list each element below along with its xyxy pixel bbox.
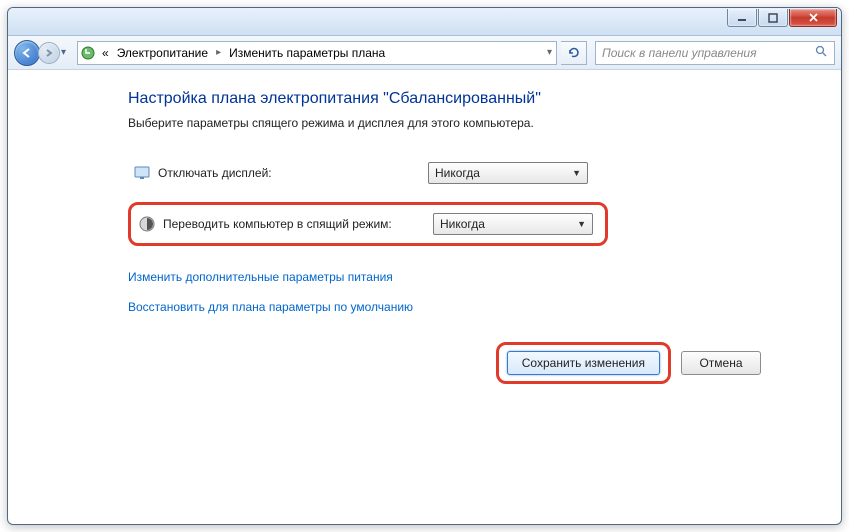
forward-arrow-icon (44, 48, 54, 58)
search-icon (815, 45, 828, 61)
refresh-button[interactable] (561, 41, 587, 65)
chevron-down-icon: ▼ (577, 219, 586, 229)
refresh-icon (567, 46, 580, 59)
links-section: Изменить дополнительные параметры питани… (128, 270, 821, 314)
search-box[interactable]: Поиск в панели управления (595, 41, 835, 65)
back-arrow-icon (21, 47, 33, 59)
display-label: Отключать дисплей: (158, 166, 428, 180)
breadcrumb-item-power[interactable]: Электропитание (115, 46, 210, 60)
cancel-button[interactable]: Отмена (681, 351, 761, 375)
chevron-down-icon: ▼ (572, 168, 581, 178)
sleep-timeout-value: Никогда (440, 217, 485, 231)
search-placeholder: Поиск в панели управления (602, 46, 757, 60)
sleep-timeout-dropdown[interactable]: Никогда ▼ (433, 213, 593, 235)
row-sleep: Переводить компьютер в спящий режим: Ник… (133, 209, 597, 239)
row-display-off: Отключать дисплей: Никогда ▼ (128, 158, 821, 188)
sleep-row-highlight: Переводить компьютер в спящий режим: Ник… (128, 202, 608, 246)
save-button-highlight: Сохранить изменения (496, 342, 671, 384)
content-area: Настройка плана электропитания "Сбаланси… (8, 70, 841, 524)
breadcrumb-item-edit-plan[interactable]: Изменить параметры плана (227, 46, 387, 60)
page-subtitle: Выберите параметры спящего режима и дисп… (128, 116, 821, 130)
page-title: Настройка плана электропитания "Сбаланси… (128, 90, 821, 108)
sleep-icon (137, 214, 157, 234)
maximize-button[interactable] (758, 9, 788, 27)
display-timeout-dropdown[interactable]: Никогда ▼ (428, 162, 588, 184)
titlebar (8, 8, 841, 36)
advanced-settings-link[interactable]: Изменить дополнительные параметры питани… (128, 270, 821, 284)
breadcrumb-separator: ▸ (214, 47, 223, 58)
save-button[interactable]: Сохранить изменения (507, 351, 660, 375)
minimize-icon (737, 13, 747, 23)
nav-toolbar: ▾ « Электропитание ▸ Изменить параметры … (8, 36, 841, 70)
sleep-label: Переводить компьютер в спящий режим: (163, 217, 433, 231)
display-timeout-value: Никогда (435, 166, 480, 180)
nav-buttons: ▾ (14, 40, 73, 66)
address-bar[interactable]: « Электропитание ▸ Изменить параметры пл… (77, 41, 557, 65)
back-button[interactable] (14, 40, 40, 66)
breadcrumb-prefix: « (100, 46, 111, 60)
nav-history-dropdown[interactable]: ▾ (61, 47, 73, 58)
close-button[interactable] (789, 9, 837, 27)
button-row: Сохранить изменения Отмена (496, 342, 761, 384)
power-plan-icon (80, 45, 96, 61)
display-icon (132, 163, 152, 183)
restore-defaults-link[interactable]: Восстановить для плана параметры по умол… (128, 300, 821, 314)
close-icon (808, 12, 819, 23)
address-dropdown-icon[interactable]: ▾ (545, 47, 554, 58)
window-frame: ▾ « Электропитание ▸ Изменить параметры … (7, 7, 842, 525)
maximize-icon (768, 13, 778, 23)
forward-button[interactable] (38, 42, 60, 64)
minimize-button[interactable] (727, 9, 757, 27)
